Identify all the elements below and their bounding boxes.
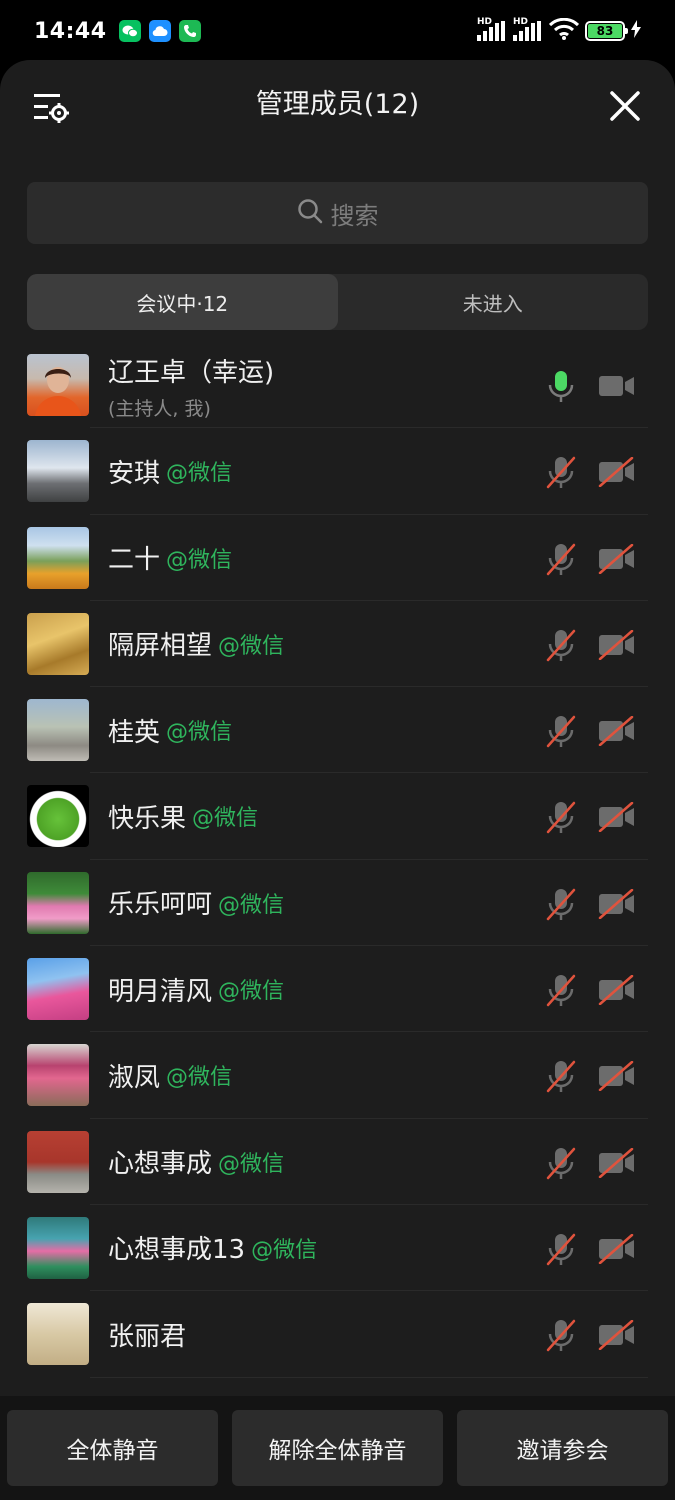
member-name: 安琪: [108, 458, 161, 489]
close-icon: [610, 91, 640, 121]
source-tag: @微信: [166, 547, 233, 573]
source-tag: @微信: [218, 892, 285, 918]
camera-off-icon[interactable]: [597, 974, 635, 1006]
member-name: 淑凤: [108, 1062, 161, 1093]
divider: [90, 1376, 648, 1378]
member-name: 张丽君: [108, 1321, 187, 1352]
camera-off-icon[interactable]: [597, 1320, 635, 1351]
member-name: 快乐果: [108, 803, 187, 834]
source-tag: @微信: [166, 461, 233, 487]
avatar: [27, 526, 89, 589]
search-input[interactable]: 搜索: [27, 182, 648, 244]
list-item[interactable]: 辽王卓（幸运) (主持人, 我): [0, 342, 675, 429]
avatar: [27, 699, 89, 762]
member-name: 二十: [108, 545, 161, 576]
avatar: [27, 958, 89, 1021]
list-item[interactable]: 张丽君: [0, 1291, 675, 1378]
avatar: [27, 1303, 89, 1366]
camera-icon[interactable]: [597, 371, 635, 401]
phone-app-icon: [178, 20, 201, 42]
search-placeholder: 搜索: [330, 201, 379, 230]
wifi-icon: [548, 17, 580, 44]
source-tag: @微信: [218, 633, 285, 659]
camera-off-icon[interactable]: [597, 715, 635, 747]
list-item[interactable]: 心想事成13 @微信: [0, 1205, 675, 1292]
mute-all-button[interactable]: 全体静音: [7, 1410, 218, 1486]
avatar: [27, 1130, 89, 1193]
mic-muted-icon[interactable]: [544, 1059, 578, 1093]
mic-muted-icon[interactable]: [544, 800, 578, 834]
cloud-app-icon: [148, 20, 171, 42]
avatar: [27, 1044, 89, 1107]
member-name: 心想事成13: [108, 1235, 246, 1266]
avatar: [27, 440, 89, 503]
signal-icon: HD: [477, 17, 507, 41]
bottom-action-bar: 全体静音 解除全体静音 邀请参会: [0, 1396, 675, 1500]
member-name: 明月清风: [108, 976, 213, 1007]
list-item[interactable]: 快乐果 @微信: [0, 773, 675, 860]
camera-off-icon[interactable]: [597, 1061, 635, 1092]
member-name: 桂英: [108, 717, 161, 748]
page-title: 管理成员(12): [255, 89, 420, 120]
avatar: [27, 354, 89, 416]
mic-muted-icon[interactable]: [544, 887, 578, 921]
member-name: 乐乐呵呵: [108, 890, 213, 921]
camera-off-icon[interactable]: [597, 1147, 635, 1178]
member-name: 隔屏相望: [108, 631, 213, 662]
list-item[interactable]: 桂英 @微信: [0, 687, 675, 774]
member-name: 心想事成: [108, 1149, 213, 1180]
invite-button[interactable]: 邀请参会: [457, 1410, 668, 1486]
mic-on-icon[interactable]: [544, 369, 578, 403]
list-item[interactable]: 明月清风 @微信: [0, 946, 675, 1033]
list-item[interactable]: 隔屏相望 @微信: [0, 601, 675, 688]
source-tag: @微信: [166, 720, 233, 746]
list-item[interactable]: 安琪 @微信: [0, 428, 675, 515]
source-tag: @微信: [218, 1151, 285, 1177]
camera-off-icon[interactable]: [597, 543, 635, 574]
mic-muted-icon[interactable]: [544, 1146, 578, 1180]
close-button[interactable]: [607, 88, 643, 124]
mic-muted-icon[interactable]: [544, 1232, 578, 1266]
charging-icon: [631, 20, 641, 42]
member-name: 辽王卓（幸运): [108, 358, 275, 388]
avatar: [27, 871, 89, 934]
mic-muted-icon[interactable]: [544, 973, 578, 1007]
list-item[interactable]: 淑凤 @微信: [0, 1032, 675, 1119]
camera-off-icon[interactable]: [597, 802, 635, 833]
status-time: 14:44: [34, 18, 107, 44]
source-tag: @微信: [218, 979, 285, 1005]
search-icon: [297, 198, 323, 228]
unmute-all-button[interactable]: 解除全体静音: [232, 1410, 443, 1486]
camera-off-icon[interactable]: [597, 1233, 635, 1265]
source-tag: @微信: [192, 806, 259, 832]
list-item[interactable]: 二十 @微信: [0, 515, 675, 601]
source-tag: @微信: [251, 1237, 318, 1263]
tab-in-meeting[interactable]: 会议中·12: [27, 274, 338, 330]
wechat-icon: [118, 20, 141, 42]
camera-off-icon[interactable]: [597, 629, 635, 661]
source-tag: @微信: [166, 1065, 233, 1091]
mic-muted-icon[interactable]: [544, 1318, 578, 1352]
mic-muted-icon[interactable]: [544, 542, 578, 576]
mic-muted-icon[interactable]: [544, 628, 578, 662]
member-sheet: 管理成员(12) 搜索 会议中·12 未进入 辽王卓（幸运) (主持人, 我): [0, 60, 675, 1500]
camera-off-icon[interactable]: [597, 457, 635, 488]
avatar: [27, 785, 89, 848]
tab-not-joined[interactable]: 未进入: [338, 274, 649, 330]
avatar: [27, 1216, 89, 1279]
signal-icon-2: HD: [513, 17, 543, 41]
header: 管理成员(12): [0, 60, 675, 150]
status-bar: 14:44 HD HD 83: [0, 0, 675, 62]
host-role: (主持人, 我): [108, 398, 211, 420]
battery-icon: 83: [585, 21, 628, 41]
list-item[interactable]: 乐乐呵呵 @微信: [0, 860, 675, 947]
camera-off-icon[interactable]: [597, 888, 635, 920]
mic-muted-icon[interactable]: [544, 714, 578, 748]
avatar: [27, 612, 89, 675]
member-list: 辽王卓（幸运) (主持人, 我) 安琪 @微信 二十 @微信 隔屏相望 @微信 …: [0, 342, 675, 1378]
member-tabs: 会议中·12 未进入: [27, 274, 648, 330]
mic-muted-icon[interactable]: [544, 455, 578, 489]
list-item[interactable]: 心想事成 @微信: [0, 1119, 675, 1205]
